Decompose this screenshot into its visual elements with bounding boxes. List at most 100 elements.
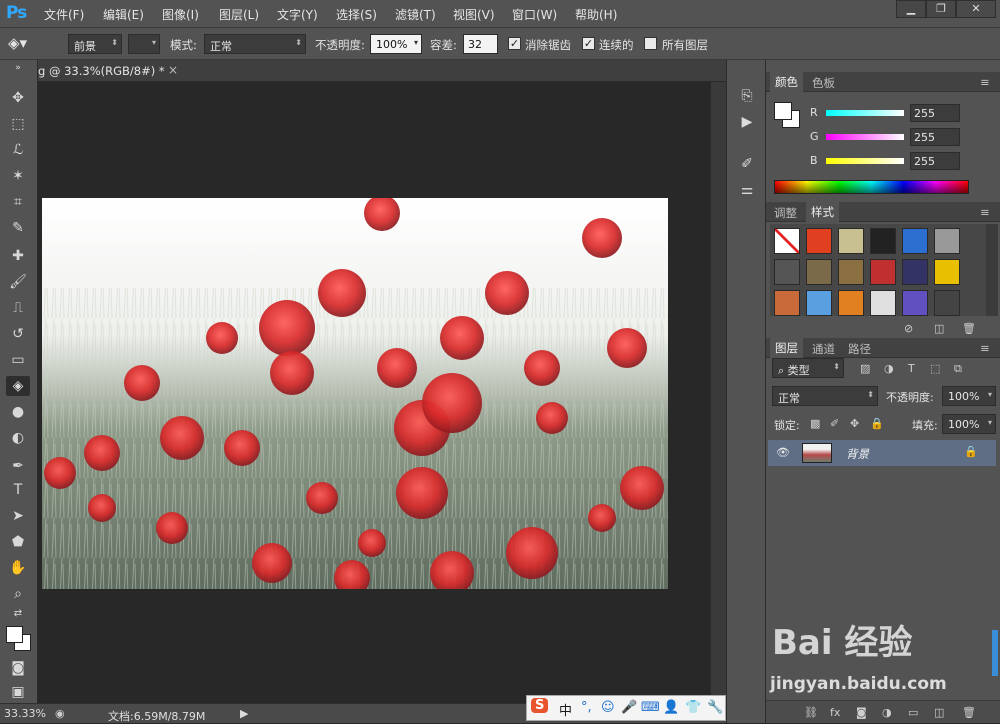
- new-layer-icon[interactable]: ◫: [934, 706, 944, 719]
- menu-file[interactable]: 文件(F): [44, 6, 84, 23]
- adjustment-layer-icon[interactable]: ◑: [882, 706, 892, 719]
- brush-panel-icon[interactable]: ✐: [737, 154, 757, 174]
- tab-styles[interactable]: 样式: [806, 202, 839, 222]
- panel-menu-icon[interactable]: ≡: [980, 341, 990, 355]
- marquee-tool-icon[interactable]: ⬚: [6, 114, 30, 134]
- link-layers-icon[interactable]: ⛓: [804, 706, 818, 719]
- style-swatch[interactable]: [806, 290, 832, 316]
- menu-window[interactable]: 窗口(W): [512, 6, 557, 23]
- layer-name[interactable]: 背景: [846, 446, 869, 462]
- move-tool-icon[interactable]: ✥: [6, 88, 30, 108]
- ime-keyboard-icon[interactable]: ⌨: [641, 700, 660, 715]
- brush-tool-icon[interactable]: 🖌: [6, 272, 30, 292]
- blur-tool-icon[interactable]: ●: [6, 402, 30, 422]
- sogou-logo-icon[interactable]: S: [531, 698, 549, 713]
- opacity-input[interactable]: 100% ▾: [370, 34, 422, 54]
- quick-mask-icon[interactable]: ◙: [6, 658, 30, 678]
- delete-style-icon[interactable]: 🗑: [962, 322, 976, 335]
- style-swatch[interactable]: [902, 290, 928, 316]
- zoom-tool-icon[interactable]: ⌕: [6, 584, 30, 604]
- style-swatch[interactable]: [902, 259, 928, 285]
- pen-tool-icon[interactable]: ✒: [6, 456, 30, 476]
- ime-settings-icon[interactable]: 🔧: [707, 700, 723, 715]
- type-tool-icon[interactable]: T: [6, 480, 30, 500]
- layer-row[interactable]: 👁 背景 🔒: [768, 440, 996, 466]
- layer-filter-select[interactable]: ⌕ 类型 ⬍: [772, 358, 844, 378]
- panel-menu-icon[interactable]: ≡: [980, 75, 990, 89]
- channel-g-slider[interactable]: [826, 134, 904, 140]
- menu-select[interactable]: 选择(S): [336, 6, 377, 23]
- mode-select[interactable]: 正常 ⬍: [204, 34, 306, 54]
- menu-filter[interactable]: 滤镜(T): [395, 6, 436, 23]
- tab-channels[interactable]: 通道: [812, 341, 835, 357]
- style-swatch[interactable]: [870, 290, 896, 316]
- lock-transparent-icon[interactable]: ▩: [810, 417, 820, 430]
- delete-layer-icon[interactable]: 🗑: [962, 706, 976, 719]
- foreground-color-swatch[interactable]: [6, 626, 23, 643]
- menu-view[interactable]: 视图(V): [453, 6, 495, 23]
- clear-style-icon[interactable]: ⊘: [904, 322, 913, 335]
- menu-image[interactable]: 图像(I): [162, 6, 199, 23]
- style-swatch[interactable]: [806, 259, 832, 285]
- lasso-tool-icon[interactable]: ℒ: [6, 140, 30, 160]
- poppy-field-image[interactable]: [42, 198, 668, 589]
- style-swatch[interactable]: [774, 290, 800, 316]
- menu-help[interactable]: 帮助(H): [575, 6, 617, 23]
- channel-r-value[interactable]: 255: [910, 104, 960, 122]
- style-swatch[interactable]: [774, 259, 800, 285]
- pattern-picker[interactable]: ▾: [128, 34, 160, 54]
- ime-skin-icon[interactable]: 👕: [685, 700, 701, 715]
- ime-punctuation-icon[interactable]: °,: [581, 700, 592, 715]
- magic-wand-tool-icon[interactable]: ✶: [6, 166, 30, 186]
- collapse-icon[interactable]: »: [6, 62, 30, 74]
- new-group-icon[interactable]: ▭: [908, 706, 918, 719]
- close-tab-icon[interactable]: ×: [168, 63, 178, 77]
- history-panel-icon[interactable]: ⎘: [737, 86, 757, 106]
- swap-colors-icon[interactable]: ⇄: [6, 604, 30, 624]
- channel-r-slider[interactable]: [826, 110, 904, 116]
- status-menu-icon[interactable]: ◉: [55, 707, 65, 720]
- ime-chinese-mode[interactable]: 中: [559, 700, 572, 719]
- eyedropper-tool-icon[interactable]: ✎: [6, 218, 30, 238]
- contiguous-checkbox[interactable]: ✓: [582, 37, 595, 50]
- menu-type[interactable]: 文字(Y): [277, 6, 318, 23]
- tolerance-input[interactable]: 32: [463, 34, 498, 54]
- ime-voice-icon[interactable]: 🎤: [621, 700, 637, 715]
- tab-paths[interactable]: 路径: [848, 341, 871, 357]
- minimize-button[interactable]: ▁: [896, 0, 926, 18]
- visibility-eye-icon[interactable]: 👁: [776, 446, 790, 459]
- ime-emoji-icon[interactable]: ☺: [601, 700, 615, 715]
- style-swatch[interactable]: [934, 290, 960, 316]
- style-swatch[interactable]: [838, 290, 864, 316]
- layer-opacity-input[interactable]: 100% ▾: [942, 386, 996, 406]
- panel-menu-icon[interactable]: ≡: [980, 205, 990, 219]
- screen-mode-icon[interactable]: ▣: [6, 682, 30, 702]
- tool-presets-panel-icon[interactable]: ⚌: [737, 180, 757, 200]
- color-spectrum-bar[interactable]: [774, 180, 969, 194]
- healing-brush-tool-icon[interactable]: ✚: [6, 246, 30, 266]
- tab-adjustments[interactable]: 调整: [774, 205, 797, 221]
- crop-tool-icon[interactable]: ⌗: [6, 192, 30, 212]
- tab-color[interactable]: 颜色: [770, 72, 803, 92]
- style-swatch[interactable]: [774, 228, 800, 254]
- dodge-tool-icon[interactable]: ◐: [6, 428, 30, 448]
- styles-scrollbar[interactable]: [986, 224, 998, 316]
- filter-shape-icon[interactable]: ⬚: [930, 362, 940, 375]
- fill-source-select[interactable]: 前景 ⬍: [68, 34, 122, 54]
- lock-all-icon[interactable]: 🔒: [870, 417, 884, 430]
- style-swatch[interactable]: [934, 259, 960, 285]
- style-swatch[interactable]: [838, 228, 864, 254]
- document-tab[interactable]: g @ 33.3%(RGB/8#) * ×: [38, 60, 726, 82]
- eraser-tool-icon[interactable]: ▭: [6, 350, 30, 370]
- clone-stamp-tool-icon[interactable]: ⎍: [6, 298, 30, 318]
- hand-tool-icon[interactable]: ✋: [6, 558, 30, 578]
- path-selection-tool-icon[interactable]: ➤: [6, 506, 30, 526]
- style-swatch[interactable]: [806, 228, 832, 254]
- lock-position-icon[interactable]: ✥: [850, 417, 859, 430]
- filter-pixel-icon[interactable]: ▨: [860, 362, 870, 375]
- style-swatch[interactable]: [902, 228, 928, 254]
- style-swatch[interactable]: [934, 228, 960, 254]
- close-button[interactable]: ✕: [956, 0, 996, 18]
- channel-b-value[interactable]: 255: [910, 152, 960, 170]
- menu-edit[interactable]: 编辑(E): [103, 6, 144, 23]
